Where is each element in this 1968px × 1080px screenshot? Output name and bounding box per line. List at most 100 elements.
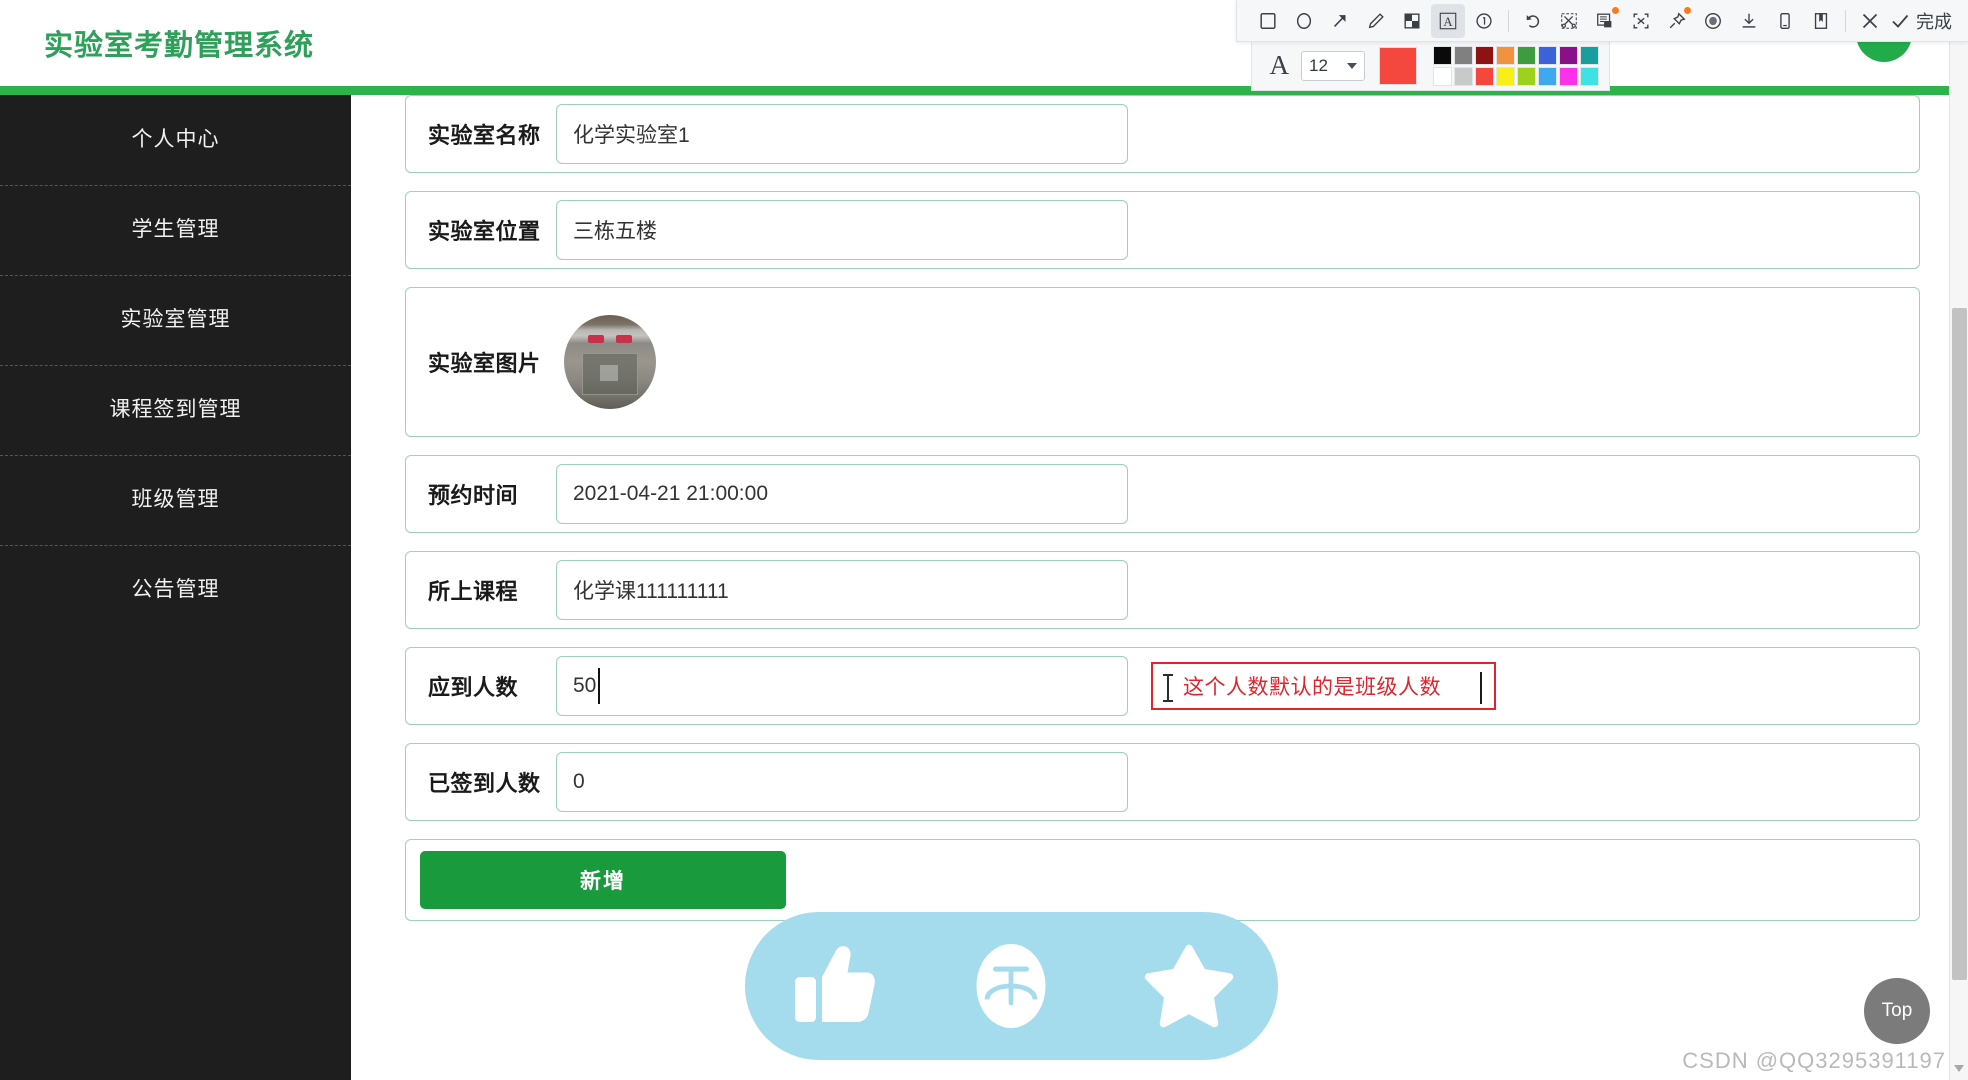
color-swatch-lightgray[interactable] <box>1454 66 1473 86</box>
submit-row: 新增 <box>405 839 1920 921</box>
reservation-time-input[interactable] <box>556 464 1128 524</box>
font-size-value: 12 <box>1309 55 1328 75</box>
color-swatch-white[interactable] <box>1433 66 1452 86</box>
sidebar-item-course-signin-management[interactable]: 课程签到管理 <box>0 365 351 455</box>
screenshot-toolbar-style-row: A 12 <box>1250 41 1610 91</box>
field-label-reservation-time: 预约时间 <box>428 483 519 508</box>
reward-umbrella-icon[interactable] <box>963 938 1059 1034</box>
notification-dot <box>1684 6 1691 14</box>
color-swatch-green[interactable] <box>1517 45 1536 65</box>
done-label: 完成 <box>1916 11 1952 32</box>
notification-dot <box>1612 6 1619 14</box>
lab-location-input[interactable] <box>556 200 1128 260</box>
extract-text-tool-icon[interactable] <box>1624 4 1658 38</box>
lab-image-thumbnail[interactable] <box>564 315 656 409</box>
color-swatch-magenta[interactable] <box>1559 66 1578 86</box>
color-swatch-yellow[interactable] <box>1496 66 1515 86</box>
color-swatch-darkred[interactable] <box>1475 45 1494 65</box>
floating-action-pill <box>745 912 1278 1060</box>
sidebar-item-label: 个人中心 <box>131 128 220 151</box>
field-label-lab-image: 实验室图片 <box>428 351 541 376</box>
field-row-lab-location: 实验室位置 <box>405 191 1920 269</box>
screenshot-toolbar: A 完成 <box>1236 0 1968 42</box>
font-size-select[interactable]: 12 <box>1301 50 1365 81</box>
field-row-expected-count: 应到人数 这个人数默认的是班级人数 <box>405 647 1920 725</box>
bookmark-tool-icon[interactable] <box>1804 4 1838 38</box>
sidebar-item-label: 公告管理 <box>131 578 220 601</box>
pin-tool-icon[interactable] <box>1660 4 1694 38</box>
field-label-signedin-count: 已签到人数 <box>428 771 541 796</box>
thumbs-up-icon[interactable] <box>786 938 882 1034</box>
cancel-button[interactable] <box>1853 4 1887 38</box>
thumb-detail-mark <box>600 365 618 381</box>
pencil-tool-icon[interactable] <box>1359 4 1393 38</box>
color-swatch-teal[interactable] <box>1580 45 1599 65</box>
sidebar-item-announcement-management[interactable]: 公告管理 <box>0 545 351 635</box>
sidebar-item-label: 学生管理 <box>131 218 220 241</box>
sidebar-item-student-management[interactable]: 学生管理 <box>0 185 351 275</box>
toolbar-separator-1 <box>1508 9 1509 32</box>
ellipse-tool-icon[interactable] <box>1287 4 1321 38</box>
page-scrollbar-thumb[interactable] <box>1952 308 1967 980</box>
page-title: 实验室考勤管理系统 <box>44 30 315 62</box>
sidebar-item-label: 班级管理 <box>131 488 220 511</box>
ocr-translate-tool-icon[interactable] <box>1588 4 1622 38</box>
course-input[interactable] <box>556 560 1128 620</box>
field-label-expected-count: 应到人数 <box>428 675 519 700</box>
expected-count-input[interactable] <box>556 656 1128 716</box>
watermark: CSDN @QQ3295391197 <box>1682 1048 1946 1073</box>
serial-number-tool-icon[interactable] <box>1467 4 1501 38</box>
signedin-count-input[interactable] <box>556 752 1128 812</box>
color-swatch-orange[interactable] <box>1496 45 1515 65</box>
arrow-tool-icon[interactable] <box>1323 4 1357 38</box>
expected-count-input-wrap <box>556 656 1128 716</box>
text-tool-icon[interactable]: A <box>1431 3 1465 38</box>
screenshot-toolbar-tools: A 完成 <box>1237 0 1968 41</box>
color-swatch-lime[interactable] <box>1517 66 1536 86</box>
back-to-top-button[interactable]: Top <box>1864 978 1930 1044</box>
thumb-detail-red-left <box>588 335 604 343</box>
done-button[interactable]: 完成 <box>1889 8 1958 34</box>
text-caret <box>598 668 600 704</box>
send-to-phone-tool-icon[interactable] <box>1768 4 1802 38</box>
annotation-text: 这个人数默认的是班级人数 <box>1183 676 1441 699</box>
sidebar-item-personal-center[interactable]: 个人中心 <box>0 95 351 185</box>
current-color-swatch[interactable] <box>1379 46 1417 85</box>
color-swatch-purple[interactable] <box>1559 45 1578 65</box>
color-swatch-black[interactable] <box>1433 45 1452 65</box>
sidebar-item-lab-management[interactable]: 实验室管理 <box>0 275 351 365</box>
field-row-lab-image: 实验室图片 <box>405 287 1920 437</box>
record-tool-icon[interactable] <box>1696 4 1730 38</box>
field-row-course: 所上课程 <box>405 551 1920 629</box>
lab-name-input[interactable] <box>556 104 1128 164</box>
undo-tool-icon[interactable] <box>1516 4 1550 38</box>
field-label-lab-location: 实验室位置 <box>428 219 541 244</box>
field-row-signedin-count: 已签到人数 <box>405 743 1920 821</box>
mosaic-tool-icon[interactable] <box>1395 4 1429 38</box>
color-swatch-red[interactable] <box>1475 66 1494 86</box>
color-swatch-skyblue[interactable] <box>1538 66 1557 86</box>
field-label-lab-name: 实验室名称 <box>428 123 541 148</box>
page-scrollbar[interactable] <box>1949 0 1968 1080</box>
add-button[interactable]: 新增 <box>420 851 786 909</box>
svg-text:A: A <box>1443 15 1453 29</box>
sidebar-item-class-management[interactable]: 班级管理 <box>0 455 351 545</box>
color-swatch-blue[interactable] <box>1538 45 1557 65</box>
ibeam-cursor-icon <box>1163 674 1173 702</box>
field-label-course: 所上课程 <box>428 579 519 604</box>
color-swatch-gray[interactable] <box>1454 45 1473 65</box>
color-palette <box>1433 45 1599 86</box>
crop-scissors-tool-icon[interactable] <box>1552 4 1586 38</box>
color-swatch-cyan[interactable] <box>1580 66 1599 86</box>
chevron-down-icon <box>1347 62 1357 69</box>
annotation-box[interactable]: 这个人数默认的是班级人数 <box>1151 662 1496 710</box>
header-green-band <box>0 86 1968 95</box>
thumb-detail-red-right <box>616 335 632 343</box>
sidebar-item-label: 实验室管理 <box>120 308 231 331</box>
field-row-lab-name: 实验室名称 <box>405 95 1920 173</box>
star-icon[interactable] <box>1141 938 1237 1034</box>
scroll-down-arrow-icon[interactable] <box>1954 1065 1964 1072</box>
download-tool-icon[interactable] <box>1732 4 1766 38</box>
rectangle-tool-icon[interactable] <box>1251 4 1285 38</box>
sidebar-item-label: 课程签到管理 <box>109 398 242 421</box>
